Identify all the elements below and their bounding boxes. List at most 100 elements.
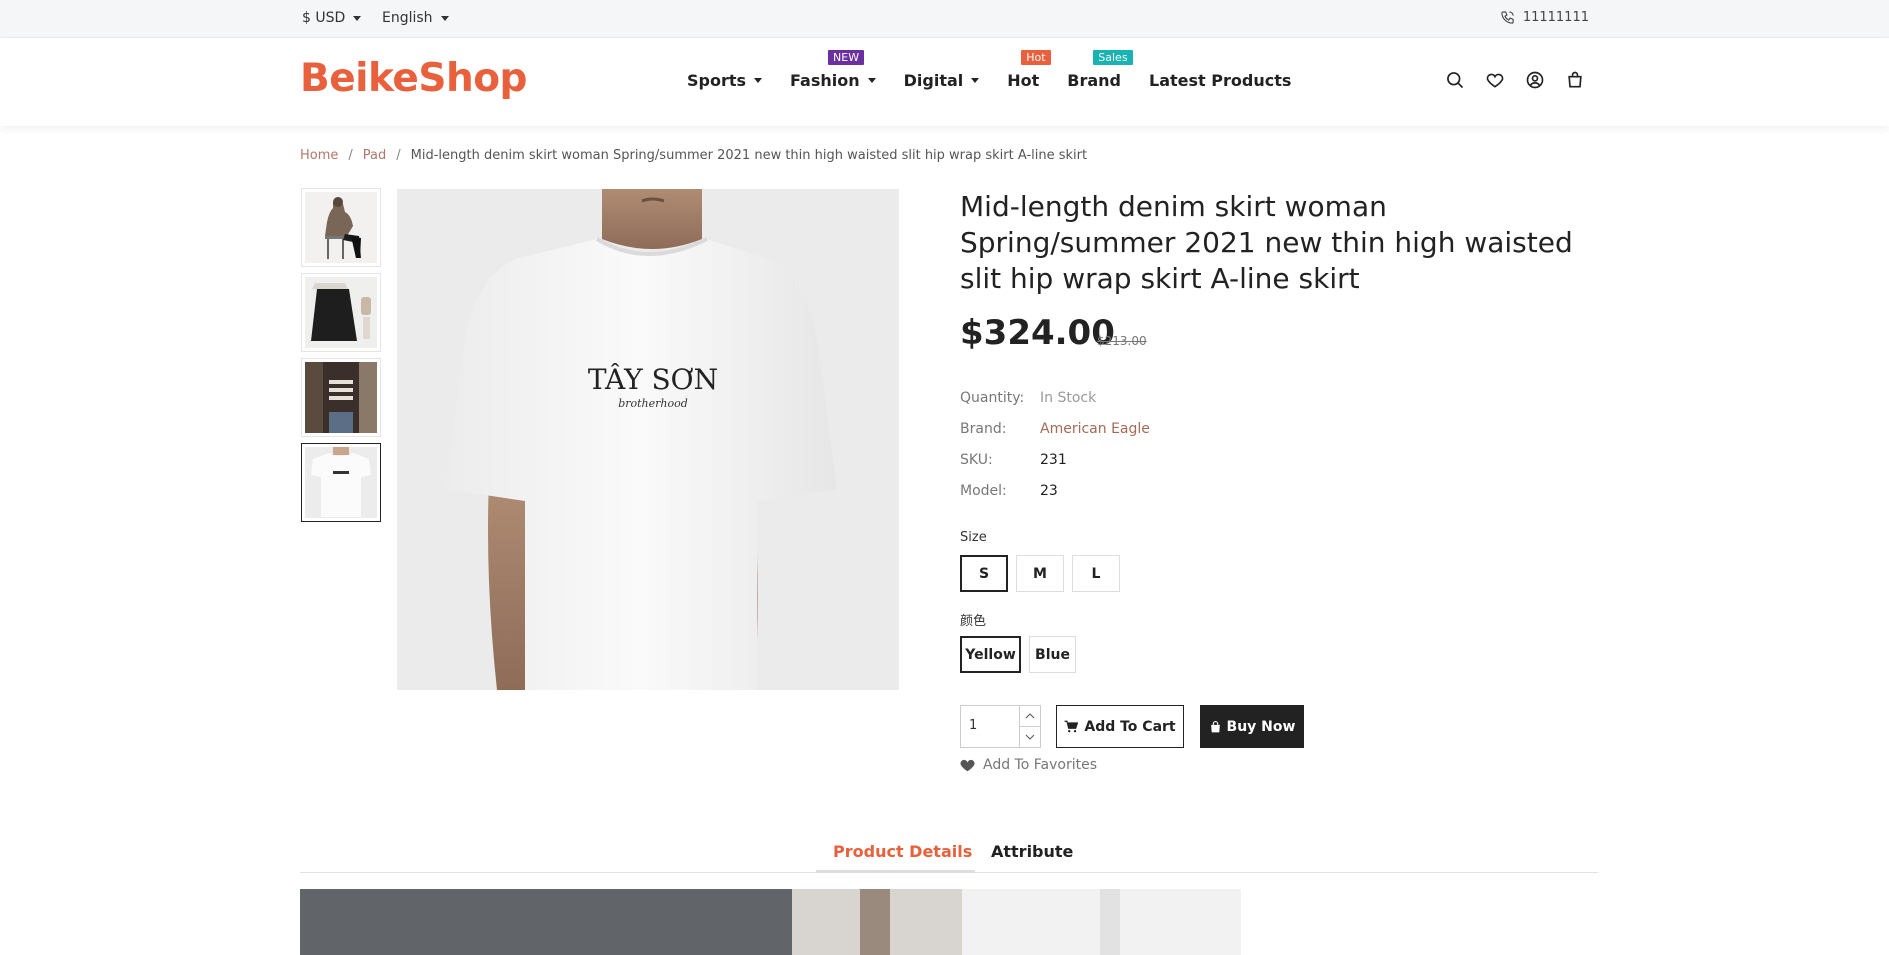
- nav-item-fashion[interactable]: NEW Fashion: [790, 50, 876, 90]
- chevron-down-icon: [1025, 734, 1035, 740]
- color-options: Yellow Blue: [960, 636, 1076, 673]
- attr-label: Model:: [960, 483, 1007, 499]
- breadcrumb-home[interactable]: Home: [300, 148, 338, 163]
- size-option-m[interactable]: M: [1016, 555, 1064, 592]
- quantity-stepper[interactable]: 1: [960, 705, 1041, 748]
- thumbnail-1[interactable]: [301, 188, 381, 267]
- product-details-image: [300, 889, 1241, 955]
- product-main-image[interactable]: TÂY SƠN brotherhood: [397, 189, 899, 690]
- main-nav: Sports NEW Fashion Digital Hot Hot Sales…: [687, 50, 1319, 90]
- breadcrumb: Home / Pad / Mid-length denim skirt woma…: [300, 148, 1087, 163]
- language-label: English: [382, 10, 433, 26]
- sku-value: 231: [1040, 452, 1067, 468]
- chevron-down-icon: [754, 78, 763, 83]
- tab-attribute[interactable]: Attribute: [991, 842, 1073, 861]
- heart-icon: [960, 759, 975, 772]
- product-old-price: $213.00: [1097, 334, 1147, 348]
- thumbnail-image: [305, 192, 377, 263]
- chevron-down-icon: [971, 78, 980, 83]
- nav-item-sports[interactable]: Sports: [687, 71, 763, 90]
- attr-sku: SKU: 231: [960, 452, 1150, 483]
- shopping-bag-icon: [1210, 720, 1220, 732]
- nav-label: Brand: [1067, 71, 1122, 90]
- attr-label: SKU:: [960, 452, 993, 468]
- attr-quantity: Quantity: In Stock: [960, 390, 1150, 421]
- product-title: Mid-length denim skirt woman Spring/summ…: [960, 190, 1573, 295]
- buy-now-button[interactable]: Buy Now: [1200, 705, 1304, 748]
- thumbnail-image: [305, 447, 377, 518]
- stock-status: In Stock: [1040, 390, 1097, 406]
- color-option-blue[interactable]: Blue: [1029, 636, 1076, 673]
- cart-icon: [1064, 720, 1079, 733]
- add-to-cart-label: Add To Cart: [1084, 718, 1176, 735]
- currency-selector[interactable]: $ USD: [302, 10, 362, 26]
- size-label: Size: [960, 530, 987, 545]
- language-selector[interactable]: English: [382, 10, 449, 26]
- nav-label: Sports: [687, 71, 747, 90]
- color-option-yellow[interactable]: Yellow: [960, 636, 1021, 673]
- shirt-print-text: TÂY SƠN: [588, 363, 718, 396]
- breadcrumb-separator: /: [396, 148, 401, 163]
- chevron-down-icon: [867, 78, 876, 83]
- add-to-cart-button[interactable]: Add To Cart: [1056, 705, 1184, 748]
- main-header: BeikeShop Sports NEW Fashion Digital Hot…: [0, 38, 1889, 126]
- stepper-controls: [1019, 706, 1040, 747]
- phone-contact: 11111111: [1500, 10, 1589, 25]
- model-value: 23: [1040, 483, 1058, 499]
- tshirt-photo: TÂY SƠN brotherhood: [397, 189, 899, 690]
- header-icons: [1445, 70, 1585, 90]
- attr-brand: Brand: American Eagle: [960, 421, 1150, 452]
- tab-product-details[interactable]: Product Details: [833, 842, 972, 861]
- breadcrumb-category[interactable]: Pad: [363, 148, 386, 163]
- buy-now-label: Buy Now: [1226, 718, 1296, 735]
- thumbnail-3[interactable]: [301, 358, 381, 437]
- attr-model: Model: 23: [960, 483, 1150, 514]
- thumbnail-image: [305, 362, 377, 433]
- logo[interactable]: BeikeShop: [300, 56, 527, 101]
- chevron-down-icon: [440, 15, 449, 21]
- nav-item-hot[interactable]: Hot Hot: [1007, 50, 1051, 90]
- search-icon[interactable]: [1445, 70, 1465, 90]
- currency-label: $ USD: [302, 10, 346, 26]
- attr-label: Brand:: [960, 421, 1007, 437]
- size-option-l[interactable]: L: [1072, 555, 1120, 592]
- thumbnail-image: [305, 277, 377, 348]
- product-price: $324.00: [960, 313, 1115, 353]
- nav-label: Digital: [903, 71, 964, 90]
- size-options: S M L: [960, 555, 1120, 592]
- nav-item-latest-products[interactable]: Latest Products: [1149, 71, 1291, 90]
- brand-link[interactable]: American Eagle: [1040, 421, 1150, 452]
- chevron-down-icon: [353, 15, 362, 21]
- active-tab-indicator: [816, 870, 975, 873]
- user-icon[interactable]: [1525, 70, 1545, 90]
- quantity-input[interactable]: 1: [961, 706, 1019, 747]
- thumbnail-2[interactable]: [301, 273, 381, 352]
- increment-button[interactable]: [1020, 706, 1040, 727]
- nav-item-digital[interactable]: Digital: [904, 71, 980, 90]
- cart-icon[interactable]: [1565, 70, 1585, 90]
- phone-number: 11111111: [1522, 10, 1589, 25]
- top-bar: $ USD English 11111111: [0, 0, 1889, 38]
- chevron-up-icon: [1025, 713, 1035, 719]
- hot-badge: Hot: [1021, 50, 1051, 65]
- sales-badge: Sales: [1093, 50, 1133, 65]
- nav-label: Fashion: [790, 71, 860, 90]
- new-badge: NEW: [828, 50, 865, 65]
- phone-icon: [1501, 11, 1514, 24]
- size-option-s[interactable]: S: [960, 555, 1008, 592]
- heart-icon[interactable]: [1485, 70, 1505, 90]
- color-label: 颜色: [960, 614, 987, 629]
- decrement-button[interactable]: [1020, 727, 1040, 747]
- attr-label: Quantity:: [960, 390, 1025, 406]
- nav-label: Latest Products: [1149, 71, 1292, 90]
- shirt-print-subtext: brotherhood: [618, 397, 688, 410]
- breadcrumb-separator: /: [348, 148, 353, 163]
- nav-item-brand[interactable]: Sales Brand: [1067, 50, 1133, 90]
- thumbnail-4[interactable]: [301, 443, 381, 522]
- add-to-favorites-link[interactable]: Add To Favorites: [960, 757, 1097, 773]
- thumbnail-list: [301, 188, 381, 528]
- add-to-favorites-label: Add To Favorites: [983, 757, 1097, 773]
- breadcrumb-current: Mid-length denim skirt woman Spring/summ…: [410, 148, 1088, 163]
- product-attributes: Quantity: In Stock Brand: American Eagle…: [960, 390, 1150, 514]
- nav-label: Hot: [1007, 71, 1040, 90]
